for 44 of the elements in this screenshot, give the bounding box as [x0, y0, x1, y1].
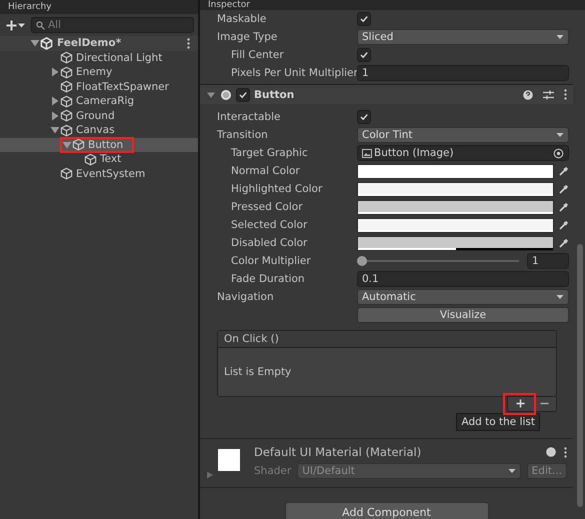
property-label: Transition — [217, 129, 269, 141]
number-field[interactable]: 1 — [527, 253, 569, 269]
property-label: Interactable — [217, 111, 282, 123]
component-header[interactable]: Button — [200, 84, 573, 104]
property-label: Pixels Per Unit Multiplier — [231, 67, 357, 79]
tree-item[interactable]: Ground — [0, 108, 198, 123]
property-label: Navigation — [217, 291, 275, 303]
object-field[interactable]: Button (Image) — [357, 145, 569, 161]
property-label: Fade Duration — [231, 273, 306, 285]
number-field[interactable]: 1 — [357, 65, 569, 81]
property-label: Pressed Color — [231, 201, 304, 213]
tree-item[interactable]: CameraRig — [0, 94, 198, 108]
property-label: Color Multiplier — [231, 255, 312, 267]
material-name: Default UI Material (Material) — [254, 445, 422, 459]
tree-item[interactable]: FeelDemo* — [0, 36, 198, 50]
tree-item[interactable]: Canvas — [0, 123, 198, 138]
dropdown[interactable]: Automatic — [357, 289, 569, 305]
tree-item[interactable]: FloatTextSpawner — [0, 80, 198, 94]
add-component-button[interactable]: Add Component — [284, 502, 488, 519]
empty-list-text: List is Empty — [224, 366, 292, 378]
property-label: Maskable — [217, 13, 268, 25]
panel-tab[interactable]: Hierarchy — [8, 2, 52, 12]
property-label: Image Type — [217, 31, 278, 43]
search-field[interactable]: All — [31, 17, 194, 33]
property-label: Disabled Color — [231, 237, 308, 249]
dropdown[interactable]: Color Tint — [357, 127, 569, 143]
tree-item[interactable]: Directional Light — [0, 50, 198, 65]
number-field[interactable]: 0.1 — [357, 271, 569, 287]
tooltip: Add to the list — [456, 413, 540, 431]
property-label: Target Graphic — [231, 147, 309, 159]
visualize-button[interactable]: Visualize — [357, 307, 569, 323]
tree-item[interactable]: Enemy — [0, 65, 198, 80]
tree-item[interactable]: Button — [0, 138, 198, 152]
dropdown[interactable]: Sliced — [357, 29, 569, 45]
property-label: Fill Center — [231, 49, 285, 61]
component-title: Button — [254, 88, 294, 100]
property-label: Selected Color — [231, 219, 308, 231]
property-label: Normal Color — [231, 165, 301, 177]
shader-label: Shader — [254, 465, 292, 477]
tree-item[interactable]: Text — [0, 152, 198, 166]
tree-item[interactable]: EventSystem — [0, 166, 198, 181]
panel-tab[interactable]: Inspector — [208, 0, 250, 10]
property-label: Highlighted Color — [231, 183, 324, 195]
list-title: On Click () — [224, 333, 279, 345]
